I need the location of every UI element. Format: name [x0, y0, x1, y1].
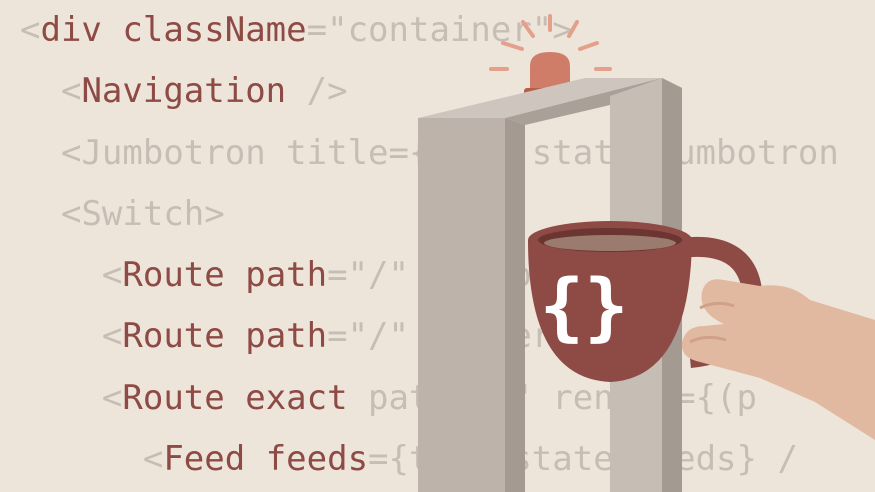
- illustration: <div className="container"> <Navigation …: [0, 0, 875, 492]
- mug-logo: {}: [539, 264, 629, 350]
- hand-icon: [681, 279, 875, 440]
- coffee-frame-illustration: [418, 14, 875, 492]
